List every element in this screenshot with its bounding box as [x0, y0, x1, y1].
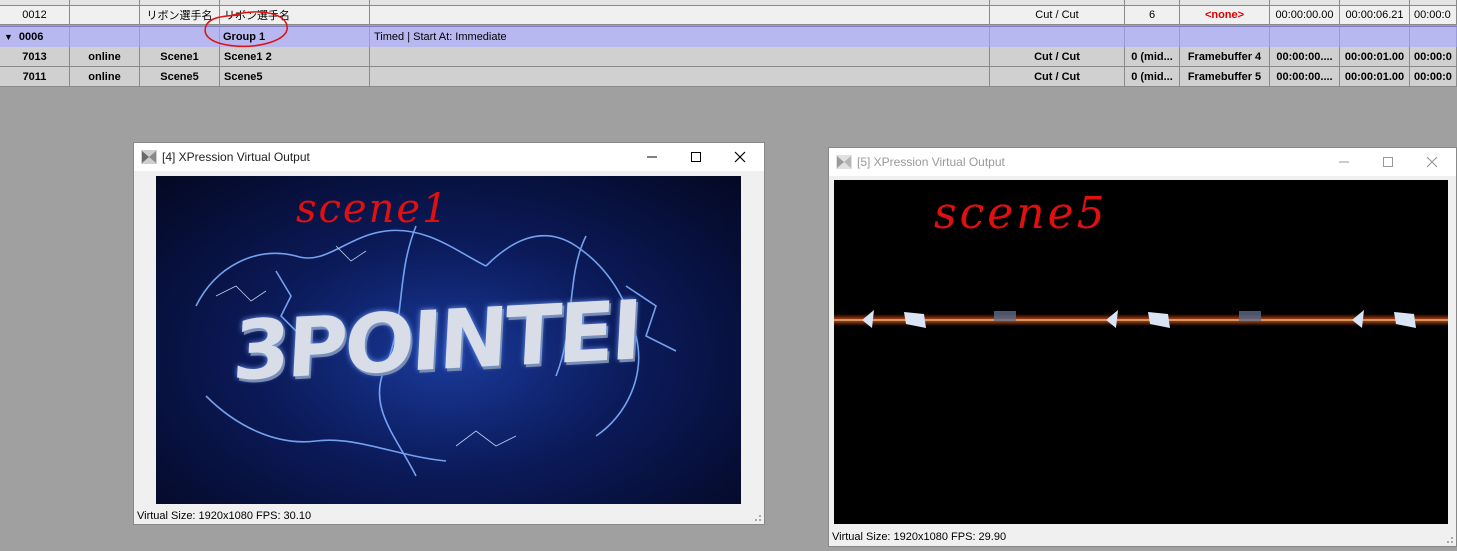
output-preview: 3POINTEI scene1 [156, 176, 741, 504]
expand-triangle-icon[interactable]: ▼ [4, 32, 13, 42]
cell-status: online [70, 67, 140, 86]
cell-time-2: 00:00:06.21 [1340, 6, 1410, 24]
close-icon [1426, 156, 1438, 168]
window-title: [4] XPression Virtual Output [162, 150, 310, 164]
cell-framebuffer: <none> [1180, 6, 1270, 24]
annotation-circle [204, 11, 288, 48]
cell-description [370, 47, 990, 66]
status-bar: Virtual Size: 1920x1080 FPS: 30.10 [137, 510, 312, 522]
cell-framebuffer [1180, 27, 1270, 47]
window-title: [5] XPression Virtual Output [857, 155, 1005, 169]
cell-time-1: 00:00:00.00 [1270, 6, 1340, 24]
cell-layer: 0 (mid... [1125, 67, 1180, 86]
annotation-label: scene5 [934, 188, 1108, 239]
app-icon [836, 155, 852, 169]
virtual-output-window-5[interactable]: [5] XPression Virtual Output scene5 Virt… [828, 147, 1457, 547]
maximize-icon [1383, 157, 1393, 167]
cell-status [70, 6, 140, 24]
group-id: 0006 [18, 31, 44, 43]
status-bar: Virtual Size: 1920x1080 FPS: 29.90 [832, 531, 1007, 543]
cell-framebuffer: Framebuffer 4 [1180, 47, 1270, 66]
table-row[interactable]: 7011 online Scene5 Scene5 Cut / Cut 0 (m… [0, 67, 1457, 87]
maximize-icon [691, 152, 701, 162]
cell-time-1: 00:00:00.... [1270, 47, 1340, 66]
cell-description: Timed | Start At: Immediate [370, 27, 990, 47]
cell-description [370, 6, 990, 24]
cell-time-2: 00:00:01.00 [1340, 47, 1410, 66]
close-icon [734, 151, 746, 163]
close-button[interactable] [1420, 152, 1444, 172]
close-button[interactable] [728, 147, 752, 167]
rundown-grid: 0012 リボン選手名 リボン選手名 Cut / Cut 6 <none> 00… [0, 0, 1457, 87]
resize-grip-icon[interactable] [1446, 536, 1454, 544]
cell-layer: 6 [1125, 6, 1180, 24]
cell-id: 0012 [0, 6, 70, 24]
minimize-icon [647, 156, 657, 158]
resize-grip-icon[interactable] [754, 514, 762, 522]
annotation-label: scene1 [296, 186, 450, 232]
cell-name: Scene5 [140, 67, 220, 86]
cell-layer: 0 (mid... [1125, 47, 1180, 66]
virtual-output-window-4[interactable]: [4] XPression Virtual Output 3POINTEI sc… [133, 142, 765, 525]
minimize-button[interactable] [1332, 152, 1356, 172]
cell-transition [990, 27, 1125, 47]
cell-status: online [70, 47, 140, 66]
cell-scene: Scene5 [220, 67, 370, 86]
cell-time-1 [1270, 27, 1340, 47]
cell-time-3: 00:00:0 [1410, 47, 1457, 66]
cell-transition: Cut / Cut [990, 47, 1125, 66]
output-preview: scene5 [834, 180, 1448, 524]
cell-time-2: 00:00:01.00 [1340, 67, 1410, 86]
title-bar[interactable]: [5] XPression Virtual Output [829, 148, 1456, 176]
maximize-button[interactable] [1376, 152, 1400, 172]
cell-id: 7011 [0, 67, 70, 86]
cell-transition: Cut / Cut [990, 6, 1125, 24]
minimize-button[interactable] [640, 147, 664, 167]
cell-layer [1125, 27, 1180, 47]
fire-line-graphic [834, 310, 1448, 328]
cell-time-3: 00:00:0 [1410, 67, 1457, 86]
cell-transition: Cut / Cut [990, 67, 1125, 86]
cell-time-3: 00:00:0 [1410, 6, 1457, 24]
cell-framebuffer: Framebuffer 5 [1180, 67, 1270, 86]
cell-time-1: 00:00:00.... [1270, 67, 1340, 86]
cell-time-2 [1340, 27, 1410, 47]
app-icon [141, 150, 157, 164]
cell-id: ▼ 0006 [0, 27, 70, 47]
cell-description [370, 67, 990, 86]
maximize-button[interactable] [684, 147, 708, 167]
title-bar[interactable]: [4] XPression Virtual Output [134, 143, 764, 171]
cell-status [70, 27, 140, 47]
cell-time-3 [1410, 27, 1457, 47]
cell-id: 7013 [0, 47, 70, 66]
minimize-icon [1339, 161, 1349, 163]
